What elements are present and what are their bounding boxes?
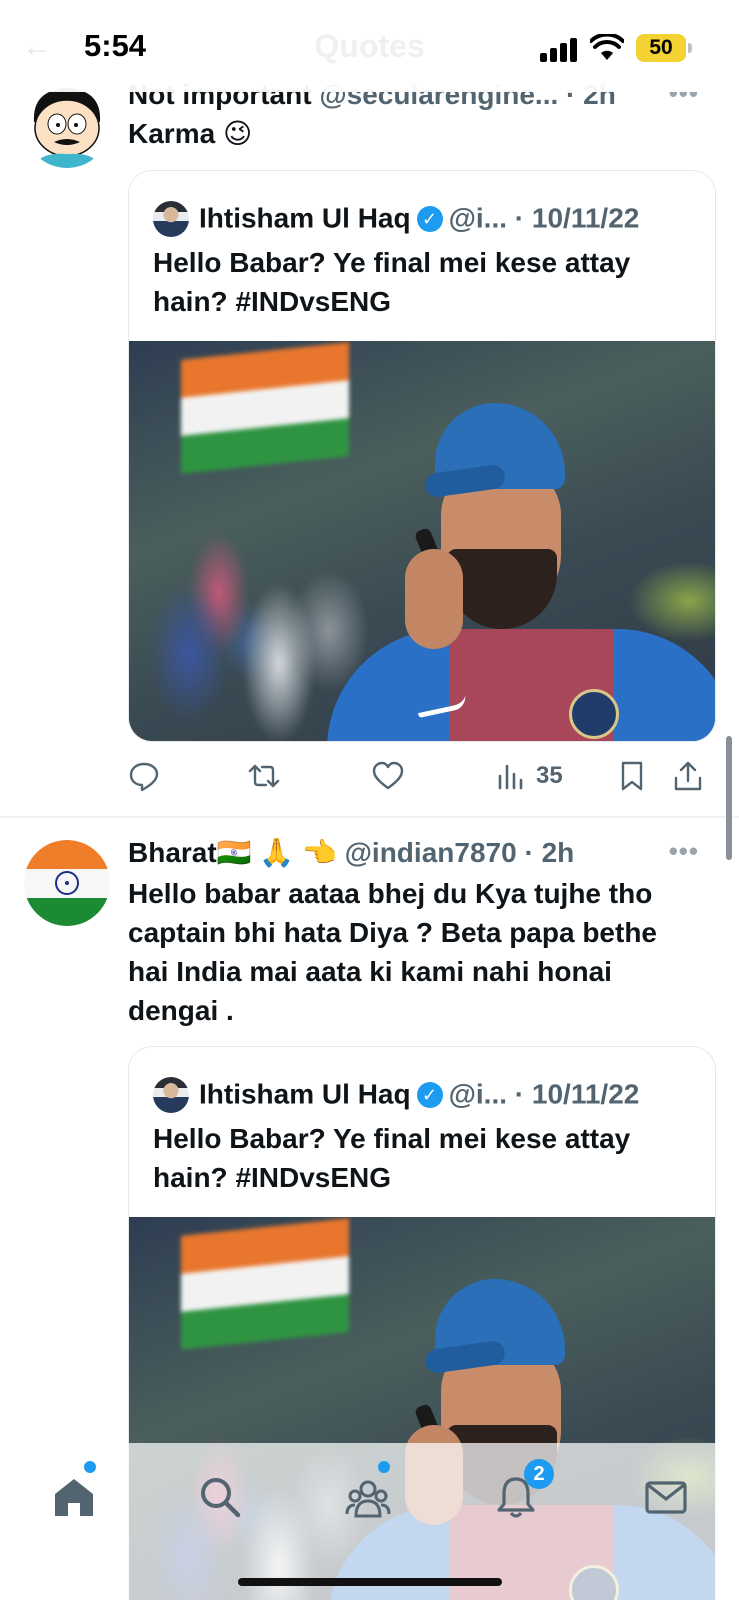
retweet-button[interactable] (248, 756, 280, 796)
quoted-tweet-header: Ihtisham Ul Haq ✓ @i... · 10/11/22 (153, 1073, 695, 1113)
quoted-tweet-text: Hello Babar? Ye final mei kese attay hai… (153, 1123, 631, 1193)
heart-icon (372, 761, 404, 790)
quoted-avatar (153, 200, 189, 237)
author-name[interactable]: Bharat🇮🇳 🙏 👈 (128, 837, 337, 868)
verified-badge-icon: ✓ (416, 1081, 443, 1108)
separator: · (524, 837, 534, 868)
home-indicator (238, 1578, 502, 1586)
bookmark-icon (621, 761, 643, 791)
share-button[interactable] (672, 756, 704, 796)
bottom-navigation: 2 (0, 1443, 739, 1600)
tweet-text: Hello babar aataa bhej du Kya tujhe tho … (128, 878, 658, 1026)
tweet-header: Bharat🇮🇳 🙏 👈 @indian7870 · 2h (128, 836, 699, 870)
more-options-icon[interactable]: ••• (669, 836, 699, 867)
tweet-actions: 35 (128, 756, 719, 796)
tweet[interactable]: Not important @secularengine... · 2h •••… (0, 0, 739, 800)
tweet-photo[interactable] (129, 341, 715, 741)
bookmark-button[interactable] (616, 756, 648, 796)
quoted-author-name: Ihtisham Ul Haq (199, 202, 411, 234)
wifi-icon (589, 32, 625, 62)
quoted-author-handle: @i... (448, 1078, 508, 1110)
avatar[interactable] (24, 82, 110, 168)
notification-count-badge: 2 (524, 1459, 554, 1489)
nav-communities[interactable] (338, 1467, 398, 1527)
views-icon (498, 764, 523, 790)
quoted-tweet-date: 10/11/22 (531, 202, 640, 234)
status-time: 5:54 (84, 28, 147, 63)
retweet-icon (248, 764, 280, 788)
separator: · (514, 1078, 525, 1110)
search-icon (201, 1478, 241, 1518)
player-figure (317, 399, 715, 741)
messages-icon (645, 1481, 687, 1514)
separator: · (514, 202, 525, 234)
nav-search[interactable] (190, 1467, 250, 1527)
scrollbar[interactable] (726, 736, 732, 860)
quoted-author-handle: @i... (448, 202, 508, 234)
quoted-tweet-text: Hello Babar? Ye final mei kese attay hai… (153, 247, 631, 317)
home-unread-dot (84, 1461, 96, 1473)
quoted-avatar (153, 1076, 189, 1113)
battery-indicator: 50 (636, 34, 686, 62)
avatar[interactable] (24, 840, 110, 926)
tweet-time: 2h (541, 837, 575, 868)
tweet-text: Karma 😉 (128, 118, 253, 149)
author-handle[interactable]: @indian7870 (345, 837, 517, 868)
verified-badge-icon: ✓ (416, 205, 443, 232)
communities-unread-dot (378, 1461, 390, 1473)
home-icon (55, 1479, 93, 1516)
share-icon (674, 761, 702, 791)
quoted-author-name: Ihtisham Ul Haq (199, 1078, 411, 1110)
nav-home[interactable] (44, 1467, 104, 1527)
quoted-tweet-header: Ihtisham Ul Haq ✓ @i... · 10/11/22 (153, 197, 695, 237)
battery-tip (688, 43, 692, 53)
communities-icon (345, 1480, 391, 1518)
reply-icon (129, 762, 159, 792)
reply-button[interactable] (128, 756, 160, 796)
like-button[interactable] (372, 756, 404, 796)
cellular-signal-icon (540, 36, 580, 62)
quoted-tweet[interactable]: Ihtisham Ul Haq ✓ @i... · 10/11/22 Hello B… (128, 170, 716, 742)
nav-messages[interactable] (636, 1467, 696, 1527)
quoted-tweet-date: 10/11/22 (531, 1078, 640, 1110)
views-button[interactable]: 35 (496, 756, 563, 796)
views-count: 35 (536, 762, 563, 789)
status-bar: ← Quotes 5:54 50 (0, 0, 739, 92)
